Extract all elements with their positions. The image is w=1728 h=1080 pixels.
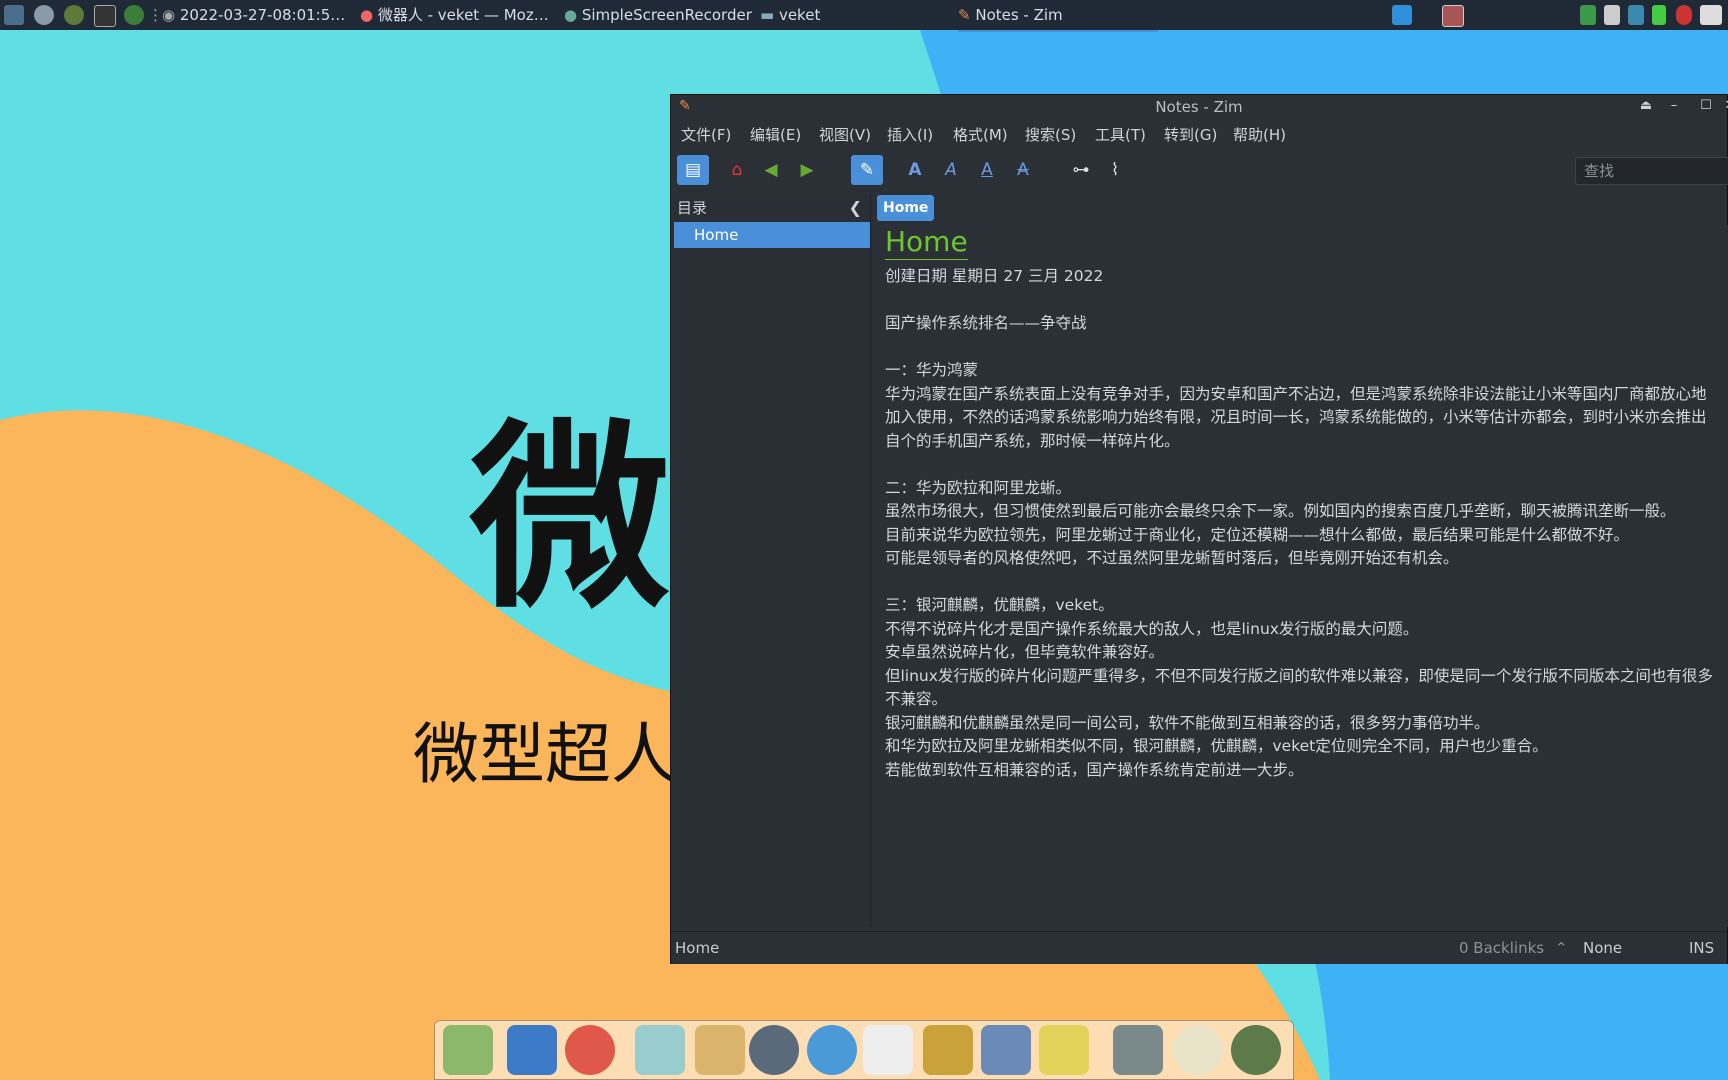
search-input[interactable]: 查找 bbox=[1575, 157, 1728, 185]
zim-window: ✎ Notes - Zim ⏏ – ☐ ✕ 文件(F) 编辑(E) 视图(V) … bbox=[670, 94, 1728, 964]
files-icon[interactable] bbox=[443, 1025, 493, 1075]
network-icon[interactable] bbox=[1628, 5, 1644, 25]
minimize-icon[interactable]: – bbox=[1665, 97, 1683, 115]
media-player-icon[interactable] bbox=[749, 1025, 799, 1075]
brightness-icon[interactable] bbox=[1173, 1025, 1223, 1075]
window-title: Notes - Zim bbox=[1155, 98, 1243, 116]
top-panel: ⋮ ◉ 2022-03-27-08:01:5… ● 微器人 - veket — … bbox=[0, 0, 1728, 32]
italic-icon[interactable]: A bbox=[935, 155, 967, 185]
attachment-icon[interactable]: ⌇ bbox=[1099, 155, 1131, 185]
help-icon[interactable] bbox=[1039, 1025, 1089, 1075]
menu-format[interactable]: 格式(M) bbox=[953, 121, 1008, 149]
menu-search[interactable]: 搜索(S) bbox=[1025, 121, 1076, 149]
terminal-icon[interactable] bbox=[94, 5, 116, 27]
menu-tools[interactable]: 工具(T) bbox=[1095, 121, 1146, 149]
taskbar-item-label: 2022-03-27-08:01:5… bbox=[179, 6, 346, 24]
globe-icon[interactable] bbox=[1231, 1025, 1281, 1075]
status-bar: Home 0 Backlinks ⌃ None INS bbox=[671, 931, 1727, 964]
taskbar-item-zim[interactable]: ✎ Notes - Zim bbox=[958, 0, 1158, 32]
back-icon[interactable]: ◀ bbox=[755, 155, 787, 185]
desktop-icon[interactable] bbox=[1392, 5, 1412, 25]
keyboard-icon[interactable] bbox=[1700, 5, 1722, 25]
menu-edit[interactable]: 编辑(E) bbox=[750, 121, 801, 149]
record-status-icon[interactable] bbox=[1676, 5, 1692, 25]
underline-icon[interactable]: A bbox=[971, 155, 1003, 185]
browser-globe-icon[interactable] bbox=[124, 5, 144, 25]
drive-icon[interactable] bbox=[1113, 1025, 1163, 1075]
taskbar-item-label: Notes - Zim bbox=[975, 6, 1063, 24]
sidebar-item-home[interactable]: Home bbox=[674, 222, 870, 248]
recorder-icon: ● bbox=[564, 6, 582, 24]
computer-icon[interactable] bbox=[507, 1025, 557, 1075]
notebook-icon[interactable]: ▤ bbox=[677, 155, 709, 185]
window-titlebar[interactable]: ✎ Notes - Zim ⏏ – ☐ ✕ bbox=[671, 95, 1728, 119]
menu-insert[interactable]: 插入(I) bbox=[887, 121, 933, 149]
taskbar-item-firefox[interactable]: ● 微器人 - veket — Moz… bbox=[360, 0, 549, 30]
page-body[interactable]: 创建日期 星期日 27 三月 2022 国产操作系统排名——争夺战 一：华为鸿蒙… bbox=[885, 265, 1728, 782]
window-thumbnail-icon[interactable] bbox=[1442, 5, 1464, 27]
taskbar-item-label: 微器人 - veket — Moz… bbox=[377, 6, 549, 24]
home-icon[interactable]: ⌂ bbox=[721, 155, 753, 185]
shade-icon[interactable]: ⏏ bbox=[1637, 97, 1655, 115]
clipboard-icon[interactable] bbox=[1604, 5, 1620, 25]
sidebar-header: 目录 bbox=[677, 199, 708, 217]
page-editor[interactable]: Home 创建日期 星期日 27 三月 2022 国产操作系统排名——争夺战 一… bbox=[875, 225, 1728, 927]
wallpaper-subtitle: 微型超人 bbox=[413, 716, 677, 793]
strikethrough-icon[interactable]: A bbox=[1007, 155, 1039, 185]
battery-icon[interactable] bbox=[1652, 5, 1666, 25]
dock bbox=[434, 1020, 1294, 1080]
folder-icon: ▬ bbox=[760, 6, 779, 24]
paint-icon[interactable] bbox=[695, 1025, 745, 1075]
toolbar: ▤ ⌂ ◀ ▶ ✎ A A A A ⊶ ⌇ bbox=[671, 151, 1727, 191]
index-sidebar: 目录 ❮ Home bbox=[674, 195, 871, 927]
edit-mode-icon[interactable]: ✎ bbox=[851, 155, 883, 185]
shield-icon[interactable] bbox=[1580, 5, 1596, 25]
chevron-left-icon[interactable]: ❮ bbox=[849, 195, 862, 221]
breadcrumb-home[interactable]: Home bbox=[877, 195, 935, 221]
play-icon[interactable] bbox=[64, 5, 84, 25]
firefox-icon: ● bbox=[360, 6, 378, 24]
close-icon[interactable]: ✕ bbox=[1721, 97, 1728, 115]
record-icon: ◉ bbox=[162, 6, 180, 24]
menu-view[interactable]: 视图(V) bbox=[819, 121, 871, 149]
wallpaper-title: 微 bbox=[470, 403, 671, 636]
page-title: Home bbox=[885, 225, 968, 260]
separator-icon: ⋮ bbox=[148, 6, 163, 24]
status-mode: INS bbox=[1689, 939, 1715, 957]
zim-icon: ✎ bbox=[958, 6, 976, 24]
menu-file[interactable]: 文件(F) bbox=[681, 121, 731, 149]
chevron-up-icon[interactable]: ⌃ bbox=[1555, 932, 1568, 964]
menu-bar: 文件(F) 编辑(E) 视图(V) 插入(I) 格式(M) 搜索(S) 工具(T… bbox=[671, 121, 1727, 149]
chart-icon[interactable] bbox=[981, 1025, 1031, 1075]
book-icon[interactable] bbox=[923, 1025, 973, 1075]
menu-goto[interactable]: 转到(G) bbox=[1164, 121, 1217, 149]
editor-icon[interactable] bbox=[635, 1025, 685, 1075]
maximize-icon[interactable]: ☐ bbox=[1697, 97, 1715, 115]
menu-help[interactable]: 帮助(H) bbox=[1233, 121, 1286, 149]
network-globe-icon[interactable] bbox=[807, 1025, 857, 1075]
sidebar-item-label: Home bbox=[694, 226, 739, 244]
system-monitor-icon[interactable] bbox=[4, 5, 24, 25]
mascot-icon[interactable] bbox=[565, 1025, 615, 1075]
taskbar-item-screenrecorder[interactable]: ● SimpleScreenRecorder bbox=[564, 0, 752, 30]
bold-icon[interactable]: A bbox=[899, 155, 931, 185]
status-page: Home bbox=[675, 939, 720, 957]
settings-gear-icon[interactable] bbox=[34, 5, 54, 25]
link-icon[interactable]: ⊶ bbox=[1065, 155, 1097, 185]
status-style: None bbox=[1583, 939, 1623, 957]
taskbar-item-label: veket bbox=[778, 6, 821, 24]
taskbar-item-folder[interactable]: ▬ veket bbox=[760, 0, 820, 30]
penguin-icon[interactable] bbox=[863, 1025, 913, 1075]
backlinks-button[interactable]: 0 Backlinks bbox=[1459, 932, 1544, 964]
forward-icon[interactable]: ▶ bbox=[791, 155, 823, 185]
taskbar-item-label: SimpleScreenRecorder bbox=[581, 6, 752, 24]
taskbar-item-recording[interactable]: ◉ 2022-03-27-08:01:5… bbox=[162, 0, 345, 30]
